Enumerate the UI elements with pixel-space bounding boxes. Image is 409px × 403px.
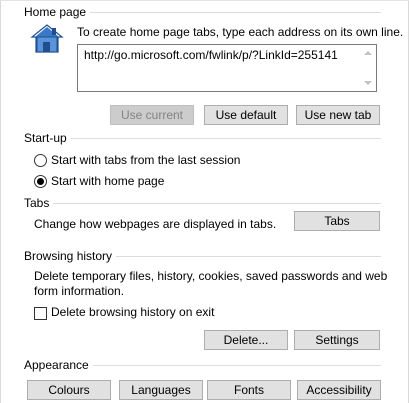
scroll-up-arrow-icon[interactable] xyxy=(364,51,372,55)
start-last-session-label[interactable]: Start with tabs from the last session xyxy=(51,153,240,168)
accessibility-button[interactable]: Accessibility xyxy=(297,380,381,400)
scroll-down-arrow-icon[interactable] xyxy=(364,81,372,85)
browsing-history-description-line1: Delete temporary files, history, cookies… xyxy=(34,269,388,283)
home-page-url-text: http://go.microsoft.com/fwlink/p/?LinkId… xyxy=(84,48,338,62)
start-home-page-label[interactable]: Start with home page xyxy=(51,174,164,189)
tabs-settings-button[interactable]: Tabs xyxy=(294,211,380,231)
home-page-url-textarea[interactable]: http://go.microsoft.com/fwlink/p/?LinkId… xyxy=(77,44,377,92)
dialog-frame-left xyxy=(0,0,1,403)
radio-selected-dot xyxy=(37,178,44,185)
appearance-group-label: Appearance xyxy=(24,358,93,372)
use-default-button[interactable]: Use default xyxy=(204,105,288,125)
startup-group-line xyxy=(24,138,381,139)
tabs-group-label: Tabs xyxy=(24,196,54,210)
fonts-button[interactable]: Fonts xyxy=(207,380,291,400)
dialog-frame-top xyxy=(0,0,409,1)
start-last-session-radio[interactable] xyxy=(34,154,47,167)
home-page-description: To create home page tabs, type each addr… xyxy=(77,25,404,39)
history-settings-button[interactable]: Settings xyxy=(294,330,380,350)
start-home-page-radio[interactable] xyxy=(34,175,47,188)
use-new-tab-button[interactable]: Use new tab xyxy=(296,105,380,125)
use-current-button[interactable]: Use current xyxy=(110,105,194,125)
browsing-history-description-line2: form information. xyxy=(34,284,125,298)
languages-button[interactable]: Languages xyxy=(119,380,203,400)
home-page-icon xyxy=(30,24,64,53)
browsing-history-group-label: Browsing history xyxy=(24,249,117,263)
home-page-group-label: Home page xyxy=(24,5,91,19)
delete-history-on-exit-checkbox[interactable] xyxy=(34,307,47,320)
tabs-group-line xyxy=(24,203,381,204)
delete-history-button[interactable]: Delete... xyxy=(204,330,288,350)
colours-button[interactable]: Colours xyxy=(27,380,111,400)
delete-history-on-exit-label[interactable]: Delete browsing history on exit xyxy=(51,305,214,320)
url-textarea-scrollbar[interactable] xyxy=(361,45,376,91)
tabs-description: Change how webpages are displayed in tab… xyxy=(34,217,277,231)
startup-group-label: Start-up xyxy=(24,131,71,145)
